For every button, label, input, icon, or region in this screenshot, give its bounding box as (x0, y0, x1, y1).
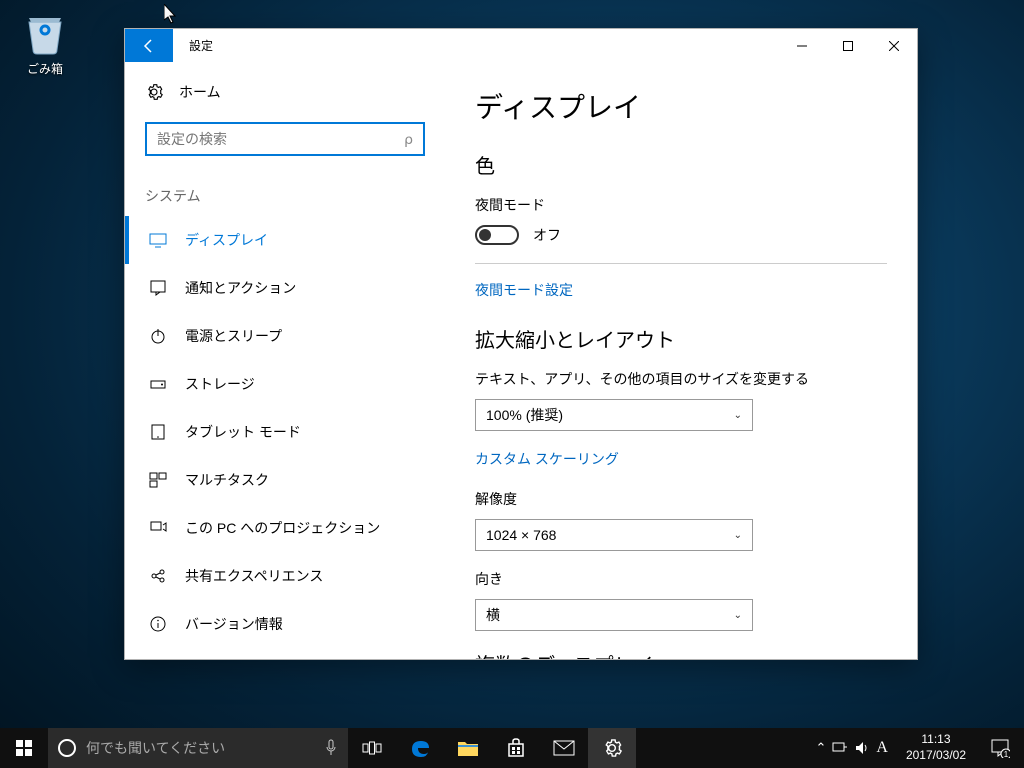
home-button[interactable]: ホーム (125, 82, 445, 122)
sidebar-item-about[interactable]: バージョン情報 (125, 600, 445, 648)
scale-value: 100% (推奨) (486, 405, 563, 425)
sidebar-item-label: バージョン情報 (185, 614, 283, 634)
resolution-dropdown[interactable]: 1024 × 768 ⌄ (475, 519, 753, 551)
minimize-button[interactable] (779, 29, 825, 62)
search-input[interactable] (157, 131, 404, 147)
edge-button[interactable] (396, 728, 444, 768)
sidebar-item-label: 通知とアクション (185, 278, 296, 298)
clock-date: 2017/03/02 (906, 748, 966, 764)
resolution-label: 解像度 (475, 489, 887, 509)
clock[interactable]: 11:13 2017/03/02 (896, 728, 976, 768)
sidebar-item-storage[interactable]: ストレージ (125, 360, 445, 408)
sidebar-item-label: ストレージ (185, 374, 255, 394)
network-icon[interactable] (832, 740, 848, 756)
cortana-icon (58, 739, 76, 757)
power-icon (149, 327, 167, 345)
search-placeholder: 何でも聞いてください (86, 738, 225, 758)
action-center-button[interactable]: 1 (976, 728, 1024, 768)
sidebar-item-label: 電源とスリープ (185, 326, 282, 346)
settings-taskbar-button[interactable] (588, 728, 636, 768)
search-icon: ⍴ (404, 131, 413, 148)
sidebar-item-label: この PC へのプロジェクション (185, 518, 380, 538)
sidebar-item-shared-exp[interactable]: 共有エクスペリエンス (125, 552, 445, 600)
category-label: システム (125, 176, 445, 216)
store-button[interactable] (492, 728, 540, 768)
scale-dropdown[interactable]: 100% (推奨) ⌄ (475, 399, 753, 431)
tablet-icon (149, 423, 167, 441)
chevron-down-icon: ⌄ (734, 530, 742, 541)
recycle-bin-label: ごみ箱 (10, 60, 80, 77)
scale-label: テキスト、アプリ、その他の項目のサイズを変更する (475, 369, 887, 389)
mail-button[interactable] (540, 728, 588, 768)
night-mode-label: 夜間モード (475, 195, 887, 215)
sidebar-item-notifications[interactable]: 通知とアクション (125, 264, 445, 312)
maximize-button[interactable] (825, 29, 871, 62)
color-heading: 色 (475, 150, 887, 179)
orientation-dropdown[interactable]: 横 ⌄ (475, 599, 753, 631)
explorer-button[interactable] (444, 728, 492, 768)
info-icon (149, 615, 167, 633)
system-tray: ⌃ A (807, 728, 895, 768)
sidebar-item-power[interactable]: 電源とスリープ (125, 312, 445, 360)
window-title: 設定 (173, 29, 779, 62)
search-box[interactable]: ⍴ (145, 122, 425, 156)
notifications-icon (149, 279, 167, 297)
sidebar-item-projection[interactable]: この PC へのプロジェクション (125, 504, 445, 552)
scale-heading: 拡大縮小とレイアウト (475, 324, 887, 353)
mic-icon (324, 739, 338, 757)
multi-display-heading: 複数のディスプレイ (475, 649, 887, 659)
recycle-bin-icon (21, 8, 69, 56)
tray-chevron-icon[interactable]: ⌃ (815, 740, 826, 756)
page-heading: ディスプレイ (475, 86, 887, 126)
svg-text:1: 1 (1004, 750, 1009, 758)
recycle-bin[interactable]: ごみ箱 (10, 8, 80, 77)
night-mode-value: オフ (533, 225, 561, 245)
orientation-label: 向き (475, 569, 887, 589)
titlebar: 設定 (125, 29, 917, 62)
resolution-value: 1024 × 768 (486, 527, 556, 543)
storage-icon (149, 375, 167, 393)
share-icon (149, 567, 167, 585)
night-mode-settings-link[interactable]: 夜間モード設定 (475, 280, 573, 300)
display-icon (149, 231, 167, 249)
volume-icon[interactable] (854, 740, 870, 756)
cursor-icon (164, 4, 178, 24)
cortana-search[interactable]: 何でも聞いてください (48, 728, 348, 768)
sidebar-item-label: タブレット モード (185, 422, 301, 442)
sidebar: ホーム ⍴ システム ディスプレイ 通知とアクション 電源とスリープ (125, 62, 445, 659)
night-mode-toggle[interactable] (475, 225, 519, 245)
chevron-down-icon: ⌄ (734, 610, 742, 621)
gear-icon (145, 83, 163, 101)
home-label: ホーム (179, 82, 221, 102)
multitask-icon (149, 471, 167, 489)
content-pane: ディスプレイ 色 夜間モード オフ 夜間モード設定 拡大縮小とレイアウト テキス… (445, 62, 917, 659)
sidebar-item-display[interactable]: ディスプレイ (125, 216, 445, 264)
clock-time: 11:13 (906, 732, 966, 748)
sidebar-item-multitask[interactable]: マルチタスク (125, 456, 445, 504)
ime-indicator[interactable]: A (876, 739, 888, 757)
sidebar-item-tablet[interactable]: タブレット モード (125, 408, 445, 456)
taskbar: 何でも聞いてください ⌃ A 11:13 2017/03/02 1 (0, 728, 1024, 768)
orientation-value: 横 (486, 605, 500, 625)
chevron-down-icon: ⌄ (734, 410, 742, 421)
settings-window: 設定 ホーム ⍴ システム ディスプレイ (124, 28, 918, 660)
start-button[interactable] (0, 728, 48, 768)
back-button[interactable] (125, 29, 173, 62)
projection-icon (149, 519, 167, 537)
custom-scaling-link[interactable]: カスタム スケーリング (475, 449, 619, 469)
sidebar-item-label: マルチタスク (185, 470, 269, 490)
sidebar-item-label: ディスプレイ (185, 230, 268, 250)
task-view-button[interactable] (348, 728, 396, 768)
sidebar-item-label: 共有エクスペリエンス (185, 566, 323, 586)
close-button[interactable] (871, 29, 917, 62)
